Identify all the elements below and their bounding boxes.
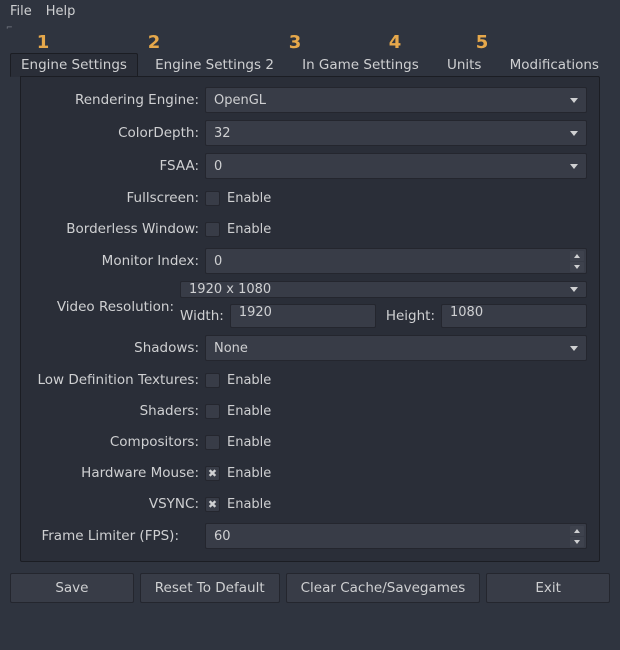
label-color-depth: ColorDepth: xyxy=(33,125,205,141)
save-button[interactable]: Save xyxy=(10,573,134,603)
chevron-down-icon xyxy=(568,94,580,106)
checkbox-label: Enable xyxy=(227,191,271,206)
menu-file[interactable]: File xyxy=(10,4,32,19)
select-value: None xyxy=(214,341,248,356)
exit-button[interactable]: Exit xyxy=(486,573,610,603)
label-shaders: Shaders: xyxy=(33,403,205,419)
spin-monitor-index[interactable]: 0 xyxy=(205,248,587,274)
checkbox-borderless[interactable] xyxy=(205,222,220,237)
spin-down-icon[interactable] xyxy=(570,262,584,272)
reset-button[interactable]: Reset To Default xyxy=(140,573,280,603)
tab-units[interactable]: Units xyxy=(436,53,493,77)
label-width: Width: xyxy=(180,308,224,324)
select-value: 0 xyxy=(214,159,222,174)
spin-up-icon[interactable] xyxy=(570,526,584,536)
tab-engine-settings-2[interactable]: Engine Settings 2 xyxy=(144,53,285,77)
select-fsaa[interactable]: 0 xyxy=(205,153,587,179)
input-height[interactable]: 1080 xyxy=(441,304,587,328)
menu-help[interactable]: Help xyxy=(46,4,76,19)
checkbox-hwmouse[interactable] xyxy=(205,466,220,481)
checkbox-vsync[interactable] xyxy=(205,497,220,512)
tab-in-game-settings[interactable]: In Game Settings xyxy=(291,53,430,77)
label-compositors: Compositors: xyxy=(33,434,205,450)
select-value: 32 xyxy=(214,126,231,141)
label-fullscreen: Fullscreen: xyxy=(33,190,205,206)
label-borderless: Borderless Window: xyxy=(33,221,205,237)
tab-hotkey-numbers: 1 2 3 4 5 xyxy=(10,31,610,53)
checkbox-label: Enable xyxy=(227,373,271,388)
tab-engine-settings[interactable]: Engine Settings xyxy=(10,53,138,77)
chevron-down-icon xyxy=(568,160,580,172)
label-hwmouse: Hardware Mouse: xyxy=(33,465,205,481)
select-shadows[interactable]: None xyxy=(205,335,587,361)
label-lowdef: Low Definition Textures: xyxy=(33,372,205,388)
checkbox-label: Enable xyxy=(227,435,271,450)
clear-cache-button[interactable]: Clear Cache/Savegames xyxy=(286,573,481,603)
select-color-depth[interactable]: 32 xyxy=(205,120,587,146)
label-rendering-engine: Rendering Engine: xyxy=(33,92,205,108)
select-rendering-engine[interactable]: OpenGL xyxy=(205,87,587,113)
label-vsync: VSYNC: xyxy=(33,496,205,512)
label-shadows: Shadows: xyxy=(33,340,205,356)
select-video-resolution[interactable]: 1920 x 1080 xyxy=(180,281,587,298)
chevron-down-icon xyxy=(568,127,580,139)
chevron-down-icon xyxy=(568,284,580,296)
input-width[interactable]: 1920 xyxy=(230,304,376,328)
input-value: 1080 xyxy=(450,305,483,320)
label-video-resolution: Video Resolution: xyxy=(33,281,180,315)
label-fps: Frame Limiter (FPS): xyxy=(33,528,185,544)
spin-value: 0 xyxy=(214,254,570,269)
spin-value: 60 xyxy=(214,529,570,544)
chevron-down-icon xyxy=(568,342,580,354)
checkbox-lowdef[interactable] xyxy=(205,373,220,388)
checkbox-label: Enable xyxy=(227,466,271,481)
label-height: Height: xyxy=(386,308,435,324)
select-value: OpenGL xyxy=(214,93,266,108)
tab-modifications[interactable]: Modifications xyxy=(499,53,610,77)
checkbox-fullscreen[interactable] xyxy=(205,191,220,206)
settings-panel: Rendering Engine: OpenGL ColorDepth: 32 … xyxy=(20,76,600,562)
tab-bar: Engine Settings Engine Settings 2 In Gam… xyxy=(10,53,610,77)
button-row: Save Reset To Default Clear Cache/Savega… xyxy=(0,573,620,613)
spin-fps[interactable]: 60 xyxy=(205,523,587,549)
select-value: 1920 x 1080 xyxy=(189,282,271,297)
checkbox-shaders[interactable] xyxy=(205,404,220,419)
checkbox-label: Enable xyxy=(227,404,271,419)
spin-down-icon[interactable] xyxy=(570,537,584,547)
label-monitor-index: Monitor Index: xyxy=(33,253,205,269)
checkbox-label: Enable xyxy=(227,497,271,512)
checkbox-compositors[interactable] xyxy=(205,435,220,450)
checkbox-label: Enable xyxy=(227,222,271,237)
label-fsaa: FSAA: xyxy=(33,158,205,174)
menubar: File Help xyxy=(0,0,620,25)
spin-up-icon[interactable] xyxy=(570,251,584,261)
input-value: 1920 xyxy=(239,305,272,320)
